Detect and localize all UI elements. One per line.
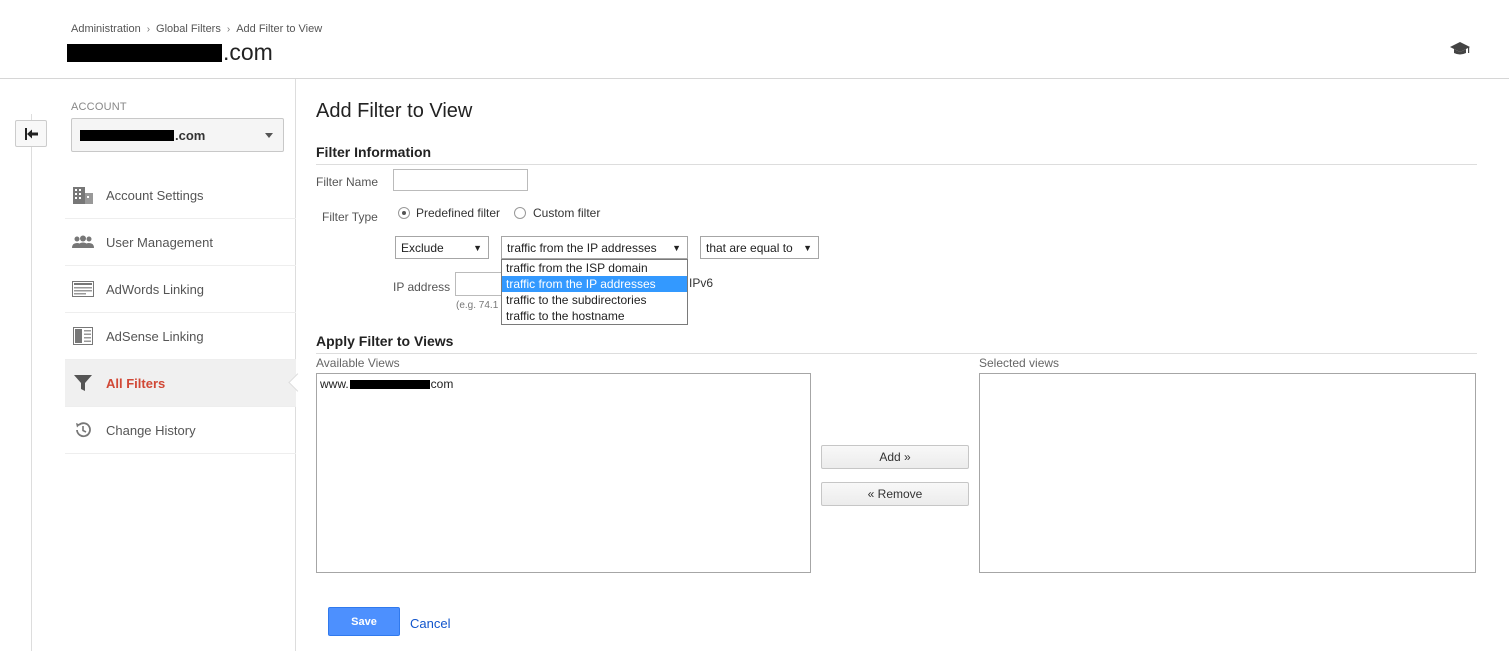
ipv6-text: IPv6	[689, 276, 714, 290]
view-suffix: com	[430, 377, 454, 391]
sidebar-item-adsense-linking[interactable]: AdSense Linking	[65, 313, 296, 360]
remove-view-button[interactable]: « Remove	[821, 482, 969, 506]
breadcrumb: Administration › Global Filters › Add Fi…	[71, 23, 322, 35]
sidebar-item-label: All Filters	[106, 375, 166, 391]
list-item[interactable]: www. com	[320, 377, 453, 391]
cancel-link[interactable]: Cancel	[410, 616, 450, 631]
breadcrumb-global-filters[interactable]: Global Filters	[156, 23, 221, 35]
account-suffix: .com	[175, 127, 206, 143]
redacted-account-name	[80, 129, 174, 141]
view-prefix: www.	[320, 377, 349, 391]
redacted-site-name	[67, 43, 222, 62]
breadcrumb-administration[interactable]: Administration	[71, 23, 141, 35]
condition-select[interactable]: that are equal to ▼	[700, 236, 819, 259]
filter-name-input[interactable]	[393, 169, 528, 191]
adwords-icon	[72, 279, 94, 299]
breadcrumb-separator: ›	[226, 23, 231, 35]
selected-views-label: Selected views	[979, 356, 1060, 370]
action-select-value: Exclude	[401, 240, 444, 255]
header: Administration › Global Filters › Add Fi…	[0, 0, 1509, 79]
breadcrumb-separator: ›	[146, 23, 151, 35]
ip-address-hint: (e.g. 74.1	[456, 300, 499, 311]
sidebar-item-label: Change History	[106, 422, 196, 438]
sidebar-nav: Account Settings User Management AdWords…	[65, 172, 296, 454]
adsense-icon	[72, 326, 94, 346]
sidebar-item-label: User Management	[106, 234, 213, 250]
filter-icon	[72, 373, 94, 393]
selected-views-list[interactable]	[979, 373, 1476, 573]
sidebar-item-user-management[interactable]: User Management	[65, 219, 296, 266]
sidebar-item-all-filters[interactable]: All Filters	[65, 360, 296, 407]
save-button[interactable]: Save	[328, 607, 400, 636]
page-title: Add Filter to View	[316, 100, 473, 122]
building-icon	[72, 185, 94, 205]
graduation-cap-icon[interactable]	[1450, 41, 1470, 57]
dropdown-arrow-icon: ▼	[473, 243, 482, 253]
dropdown-option-hostname[interactable]: traffic to the hostname	[502, 308, 687, 324]
add-view-button[interactable]: Add »	[821, 445, 969, 469]
users-icon	[72, 232, 94, 252]
ip-address-label: IP address	[393, 280, 451, 294]
site-title: .com	[67, 39, 273, 66]
history-icon	[72, 420, 94, 440]
sidebar-item-label: AdSense Linking	[106, 328, 204, 344]
rail-divider	[31, 114, 32, 651]
filter-information-heading: Filter Information	[316, 144, 432, 160]
available-views-list[interactable]: www. com	[316, 373, 811, 573]
redacted-view-name	[349, 379, 430, 389]
chevron-down-icon	[265, 133, 273, 138]
predefined-filter-label: Predefined filter	[416, 206, 501, 220]
main-content: Add Filter to View Filter Information Fi…	[316, 79, 1477, 651]
source-dropdown-list: traffic from the ISP domain traffic from…	[501, 259, 688, 325]
filter-name-label: Filter Name	[316, 175, 379, 189]
sidebar-item-adwords-linking[interactable]: AdWords Linking	[65, 266, 296, 313]
back-arrow-icon	[25, 127, 38, 140]
sidebar-item-change-history[interactable]: Change History	[65, 407, 296, 454]
site-title-suffix: .com	[223, 39, 273, 65]
dropdown-option-ip-addresses[interactable]: traffic from the IP addresses	[502, 276, 687, 292]
custom-filter-radio[interactable]	[514, 207, 526, 219]
predefined-filter-radio[interactable]	[398, 207, 410, 219]
section-divider	[316, 164, 1477, 165]
sidebar-item-account-settings[interactable]: Account Settings	[65, 172, 296, 219]
sidebar-item-label: AdWords Linking	[106, 281, 205, 297]
back-button[interactable]	[15, 120, 47, 147]
condition-select-value: that are equal to	[706, 240, 793, 255]
source-select-value: traffic from the IP addresses	[507, 240, 657, 255]
filter-type-label: Filter Type	[322, 210, 378, 224]
action-select[interactable]: Exclude ▼	[395, 236, 489, 259]
ip-address-input[interactable]	[455, 272, 503, 296]
dropdown-arrow-icon: ▼	[803, 243, 812, 253]
dropdown-option-subdirectories[interactable]: traffic to the subdirectories	[502, 292, 687, 308]
sidebar-item-label: Account Settings	[106, 187, 204, 203]
account-label: ACCOUNT	[71, 101, 127, 113]
dropdown-option-isp-domain[interactable]: traffic from the ISP domain	[502, 260, 687, 276]
apply-filter-heading: Apply Filter to Views	[316, 333, 454, 349]
available-views-label: Available Views	[316, 356, 400, 370]
breadcrumb-add-filter: Add Filter to View	[236, 23, 323, 35]
account-selector[interactable]: .com	[71, 118, 284, 152]
dropdown-arrow-icon: ▼	[672, 243, 681, 253]
section-divider	[316, 353, 1477, 354]
source-select[interactable]: traffic from the IP addresses ▼	[501, 236, 688, 259]
sidebar: ACCOUNT .com Account Settings User Manag…	[0, 79, 296, 651]
custom-filter-label: Custom filter	[533, 206, 601, 220]
